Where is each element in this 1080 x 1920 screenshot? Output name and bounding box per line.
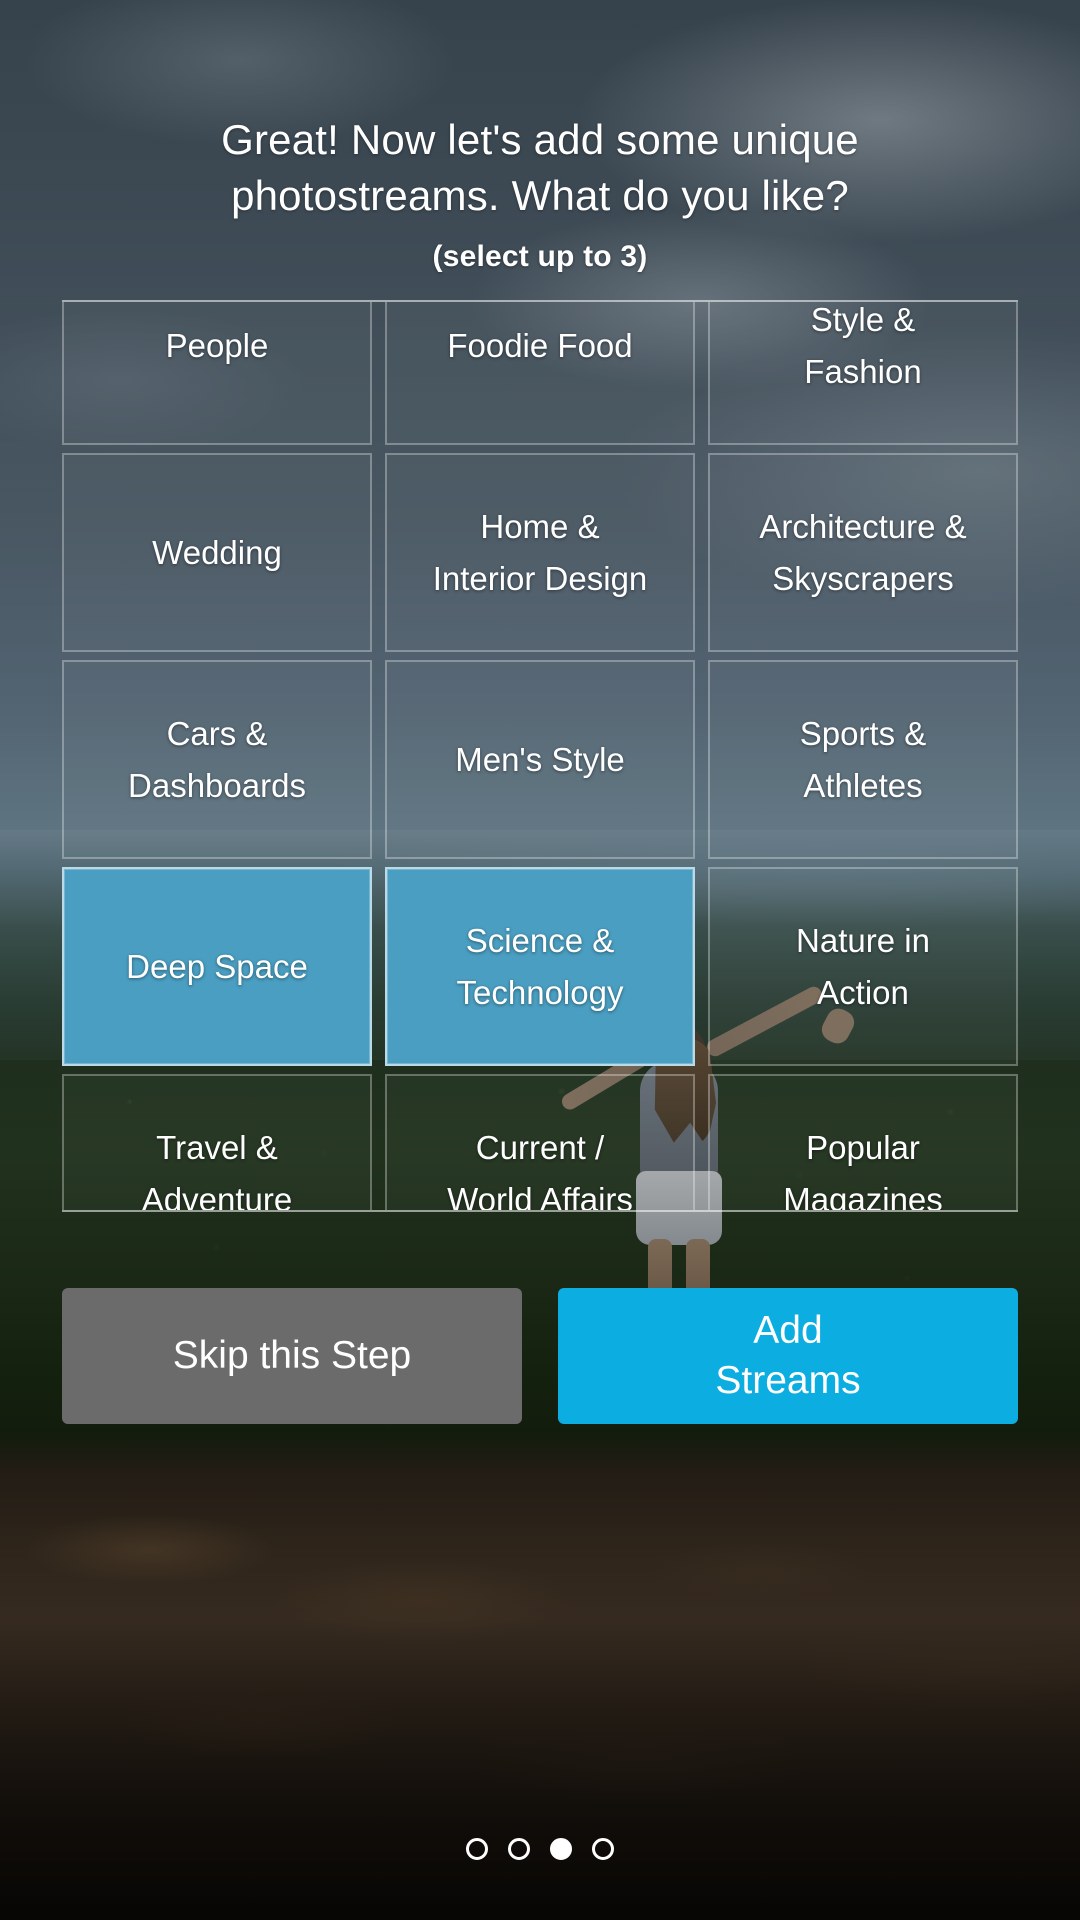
selection-limit-hint: (select up to 3) <box>432 240 648 273</box>
action-bar: Skip this Step Add Streams <box>62 1288 1018 1424</box>
photostream-tile[interactable]: People <box>62 302 372 445</box>
photostream-tile[interactable]: Men's Style <box>385 660 695 859</box>
photostream-tile[interactable]: Style & Fashion <box>708 302 1018 445</box>
photostream-tile[interactable]: Deep Space <box>62 867 372 1066</box>
page-dot[interactable] <box>592 1838 614 1860</box>
skip-this-step-button[interactable]: Skip this Step <box>62 1288 522 1424</box>
photostream-tile[interactable]: Current / World Affairs <box>385 1074 695 1210</box>
photostream-grid: People Foodie Food Style & Fashion Wedding H… <box>62 302 1018 1210</box>
photostream-grid-viewport[interactable]: People Foodie Food Style & Fashion Wedding H… <box>62 300 1018 1212</box>
photostream-tile[interactable]: Wedding <box>62 453 372 652</box>
page-dot[interactable] <box>508 1838 530 1860</box>
add-streams-button[interactable]: Add Streams <box>558 1288 1018 1424</box>
photostream-tile[interactable]: Foodie Food <box>385 302 695 445</box>
photostream-tile[interactable]: Cars & Dashboards <box>62 660 372 859</box>
onboarding-screen: Great! Now let's add some unique photost… <box>0 0 1080 1920</box>
photostream-tile[interactable]: Architecture & Skyscrapers <box>708 453 1018 652</box>
page-title: Great! Now let's add some unique photost… <box>221 116 859 219</box>
page-dot[interactable] <box>466 1838 488 1860</box>
page-indicator <box>0 1838 1080 1860</box>
photostream-tile[interactable]: Travel & Adventure <box>62 1074 372 1210</box>
page-dot-active[interactable] <box>550 1838 572 1860</box>
photostream-tile[interactable]: Sports & Athletes <box>708 660 1018 859</box>
photostream-tile[interactable]: Science & Technology <box>385 867 695 1066</box>
photostream-tile[interactable]: Popular Magazines <box>708 1074 1018 1210</box>
photostream-tile[interactable]: Nature in Action <box>708 867 1018 1066</box>
photostream-tile[interactable]: Home & Interior Design <box>385 453 695 652</box>
